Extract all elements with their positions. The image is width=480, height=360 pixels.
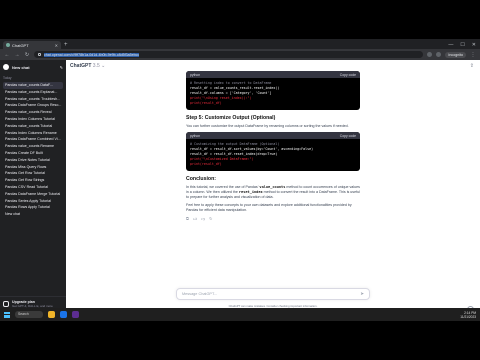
message-actions: ⧉ 👍︎ 👎︎ ↻ (186, 216, 360, 222)
sidebar-chat-item[interactable]: Pandas DataFrame Combined Vi... (3, 136, 63, 143)
sidebar-chat-item[interactable]: Pandas Get Row Tutorial (3, 170, 63, 177)
assistant-message: python Copy code # Resetting index to co… (186, 71, 360, 222)
thumbs-up-icon[interactable]: 👍︎ (193, 216, 197, 222)
sidebar-chat-item[interactable]: Pandas Create DF Built (3, 150, 63, 157)
chevron-down-icon: ⌄ (101, 63, 106, 69)
send-icon[interactable]: ➤ (360, 291, 364, 297)
sidebar-chat-item[interactable]: Pandas Index Columns Tutorial (3, 116, 63, 123)
new-chat-label: New chat (12, 64, 30, 70)
sidebar-chat-item[interactable]: Pandas DataFrame Merge Tutorial (3, 191, 63, 198)
close-window-icon[interactable]: ✕ (472, 41, 476, 49)
close-tab-icon[interactable]: ✕ (55, 43, 58, 48)
address-bar[interactable]: chat.openai.com/c/9ff78b1a-0d1d-4b0b-9e9… (34, 51, 424, 58)
sidebar-chat-item[interactable]: Pandas value_counts Reveal (3, 109, 63, 116)
taskbar: Search 2:14 PM 11/21/2023 (0, 308, 480, 321)
copy-icon[interactable]: ⧉ (186, 216, 189, 222)
taskbar-search[interactable]: Search (15, 311, 43, 318)
forward-icon[interactable]: → (14, 52, 20, 58)
reload-icon[interactable]: ↻ (24, 52, 30, 58)
chat-main: ChatGPT 3.5 ⌄ ⇪ python Copy code # Reset… (66, 60, 480, 321)
code-block: python Copy code # Customizing the outpu… (186, 132, 360, 171)
chatgpt-app: New chat ✎ Today Pandas value_counts Dat… (0, 60, 480, 321)
inline-code: value_counts (259, 185, 286, 189)
copy-code-button[interactable]: Copy code (340, 134, 356, 138)
share-icon[interactable]: ⇪ (470, 63, 474, 69)
sidebar-chat-item[interactable]: Pandas Rows Apply Tutorial (3, 204, 63, 211)
code-line: print(result_df) (190, 101, 222, 105)
sidebar-chat-item[interactable]: Pandas Index Columns Rename (3, 130, 63, 137)
sidebar-chat-item[interactable]: Pandas value_counts Tutorial (3, 123, 63, 130)
file-explorer-icon[interactable] (48, 311, 55, 318)
model-version: 3.5 (92, 63, 100, 69)
sidebar-chat-item[interactable]: Pandas value_counts DataF... (3, 82, 63, 89)
new-chat-button[interactable]: New chat ✎ (3, 63, 63, 71)
system-tray: 2:14 PM 11/21/2023 (460, 311, 476, 319)
profile-button[interactable]: Incognito (445, 51, 466, 58)
thumbs-down-icon[interactable]: 👎︎ (201, 216, 205, 222)
window-controls: — ☐ ✕ (448, 41, 480, 49)
sidebar-chat-item[interactable]: Pandas value_counts Explanat... (3, 89, 63, 96)
back-icon[interactable]: ← (4, 52, 10, 58)
new-tab-icon[interactable]: + (64, 41, 68, 49)
lock-icon (38, 53, 41, 56)
browser-toolbar: ← → ↻ chat.openai.com/c/9ff78b1a-0d1d-4b… (0, 49, 480, 60)
history-section-label: Today (3, 76, 12, 80)
message-input-placeholder: Message ChatGPT... (182, 292, 218, 296)
code-content: # Customizing the output DataFrame (Opti… (186, 139, 360, 171)
windows-start-icon[interactable] (4, 311, 10, 318)
maximize-icon[interactable]: ☐ (460, 41, 464, 49)
chat-history-list: Pandas value_counts DataF... Pandas value… (3, 82, 63, 218)
tab-title: ChatGPT (12, 42, 29, 48)
sidebar-chat-item[interactable]: Pandas Series Apply Tutorial (3, 198, 63, 205)
code-language: python (190, 72, 201, 77)
code-block: python Copy code # Resetting index to co… (186, 71, 360, 110)
code-content: # Resetting index to convert to DataFram… (186, 78, 360, 110)
chrome-icon[interactable] (60, 311, 67, 318)
sidebar-chat-item[interactable]: Pandas Get Row Strings (3, 177, 63, 184)
regenerate-icon[interactable]: ↻ (209, 216, 212, 222)
code-header: python Copy code (186, 71, 360, 78)
sidebar-chat-item[interactable]: Pandas value_counts Rename (3, 143, 63, 150)
model-name: ChatGPT (70, 63, 92, 69)
bookmark-icon[interactable] (436, 52, 442, 57)
sidebar-chat-item[interactable]: Pandas Miss Query Rows (3, 164, 63, 171)
sparkle-icon (3, 301, 9, 307)
code-language: python (190, 133, 201, 138)
sidebar-chat-item[interactable]: Pandas CSV Read Tutorial (3, 184, 63, 191)
edit-icon[interactable]: ✎ (60, 65, 63, 70)
message-input[interactable]: Message ChatGPT... ➤ (176, 288, 370, 300)
conclusion-paragraph: In this tutorial, we covered the use of … (186, 185, 360, 200)
browser-tab[interactable]: ChatGPT ✕ (3, 41, 61, 49)
sidebar-chat-item[interactable]: New chat (3, 211, 63, 218)
openai-logo-icon (3, 64, 9, 70)
closing-paragraph: Feel free to apply these concepts to you… (186, 203, 352, 212)
url-text[interactable]: chat.openai.com/c/9ff78b1a-0d1d-4b0b-9e9… (44, 52, 140, 57)
extension-icon[interactable] (427, 52, 433, 57)
menu-dots-icon[interactable]: ⋮ (470, 52, 476, 58)
screen: ChatGPT ✕ + — ☐ ✕ ← → ↻ chat.openai.com/… (0, 39, 480, 321)
upgrade-plan-button[interactable]: Upgrade plan Get GPT-4, DALL·E, and more (3, 300, 63, 308)
conclusion-text: In this tutorial, we covered the use of … (186, 185, 260, 189)
conclusion-heading: Conclusion: (186, 176, 216, 182)
clock-date: 11/21/2023 (460, 314, 476, 319)
code-header: python Copy code (186, 132, 360, 139)
code-line: print(result_df) (190, 162, 222, 166)
copy-code-button[interactable]: Copy code (340, 73, 356, 77)
step-paragraph: You can further customize the output Dat… (186, 124, 349, 128)
browser-tabbar: ChatGPT ✕ + — ☐ ✕ (0, 39, 480, 49)
inline-code: reset_index (238, 190, 263, 194)
chatgpt-favicon-icon (6, 43, 10, 47)
sidebar-chat-item[interactable]: Pandas Drive Notes Tutorial (3, 157, 63, 164)
app-icon[interactable] (72, 311, 79, 318)
model-selector[interactable]: ChatGPT 3.5 ⌄ (70, 63, 105, 69)
step-heading: Step 5: Customize Output (Optional) (186, 115, 276, 121)
minimize-icon[interactable]: — (448, 41, 453, 49)
sidebar: New chat ✎ Today Pandas value_counts Dat… (0, 60, 66, 321)
sidebar-chat-item[interactable]: Pandas value_counts: Troublesh... (3, 96, 63, 103)
sidebar-chat-item[interactable]: Pandas DataFrame Groups Reso... (3, 102, 63, 109)
